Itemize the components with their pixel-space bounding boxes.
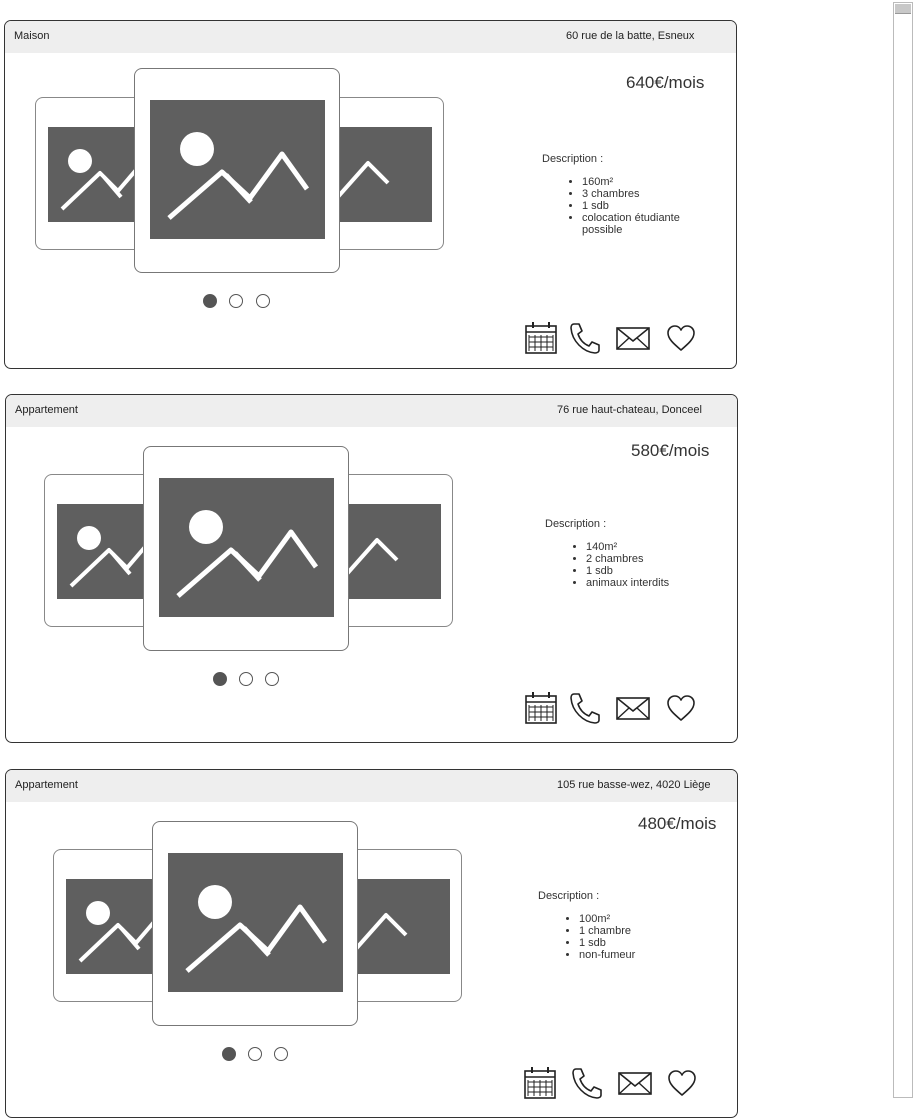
heart-icon[interactable] <box>664 321 698 355</box>
price: 480€/mois <box>638 814 717 833</box>
image-placeholder-icon <box>150 100 325 239</box>
carousel-dot[interactable] <box>229 294 243 308</box>
carousel-image-main[interactable] <box>152 821 358 1026</box>
feature-list: 100m² 1 chambre 1 sdb non-fumeur <box>563 913 709 961</box>
scrollbar-thumb[interactable] <box>895 4 911 14</box>
mail-icon[interactable] <box>618 1066 652 1100</box>
list-item: 3 chambres <box>582 188 712 200</box>
phone-icon[interactable] <box>568 691 602 725</box>
list-item: 140m² <box>586 541 716 553</box>
image-placeholder-icon <box>159 478 334 617</box>
calendar-icon[interactable] <box>524 321 558 355</box>
list-item: 1 sdb <box>586 565 716 577</box>
calendar-icon[interactable] <box>524 691 558 725</box>
feature-list: 140m² 2 chambres 1 sdb animaux interdits <box>570 541 716 589</box>
carousel-image-main[interactable] <box>143 446 349 651</box>
listing-card: Maison 60 rue de la batte, Esneux 640€/m… <box>4 20 737 369</box>
card-header: Appartement 105 rue basse-wez, 4020 Lièg… <box>6 770 737 802</box>
listing-card: Appartement 76 rue haut-chateau, Donceel <box>5 394 738 743</box>
heart-icon[interactable] <box>664 691 698 725</box>
carousel-dot[interactable] <box>256 294 270 308</box>
vertical-scrollbar[interactable] <box>893 2 913 1098</box>
carousel-dot[interactable] <box>222 1047 236 1061</box>
heart-icon[interactable] <box>665 1066 699 1100</box>
carousel-dot[interactable] <box>248 1047 262 1061</box>
mail-icon[interactable] <box>616 691 650 725</box>
image-placeholder-icon <box>168 853 343 992</box>
feature-list: 160m² 3 chambres 1 sdb colocation étudia… <box>566 176 712 236</box>
carousel-dot[interactable] <box>239 672 253 686</box>
phone-icon[interactable] <box>568 321 602 355</box>
card-header: Maison 60 rue de la batte, Esneux <box>5 21 736 53</box>
list-item: animaux interdits <box>586 577 716 589</box>
list-item: non-fumeur <box>579 949 709 961</box>
description-label: Description : <box>538 890 600 902</box>
list-item: 2 chambres <box>586 553 716 565</box>
property-type: Appartement <box>15 404 78 416</box>
carousel-dot[interactable] <box>213 672 227 686</box>
phone-icon[interactable] <box>570 1066 604 1100</box>
property-type: Appartement <box>15 779 78 791</box>
calendar-icon[interactable] <box>523 1066 557 1100</box>
list-item: 1 chambre <box>579 925 709 937</box>
price: 580€/mois <box>631 441 710 460</box>
carousel-dot[interactable] <box>265 672 279 686</box>
property-address: 105 rue basse-wez, 4020 Liège <box>557 779 711 791</box>
carousel-dot[interactable] <box>203 294 217 308</box>
property-address: 60 rue de la batte, Esneux <box>566 30 695 42</box>
list-item: colocation étudiante possible <box>582 212 712 236</box>
price: 640€/mois <box>626 73 705 92</box>
listing-card: Appartement 105 rue basse-wez, 4020 Lièg… <box>5 769 738 1118</box>
list-item: 1 sdb <box>579 937 709 949</box>
property-type: Maison <box>14 30 50 42</box>
list-item: 100m² <box>579 913 709 925</box>
carousel-dot[interactable] <box>274 1047 288 1061</box>
carousel-image-main[interactable] <box>134 68 340 273</box>
property-address: 76 rue haut-chateau, Donceel <box>557 404 702 416</box>
card-header: Appartement 76 rue haut-chateau, Donceel <box>6 395 737 427</box>
list-item: 160m² <box>582 176 712 188</box>
list-item: 1 sdb <box>582 200 712 212</box>
description-label: Description : <box>542 153 604 165</box>
description-label: Description : <box>545 518 607 530</box>
mail-icon[interactable] <box>616 321 650 355</box>
